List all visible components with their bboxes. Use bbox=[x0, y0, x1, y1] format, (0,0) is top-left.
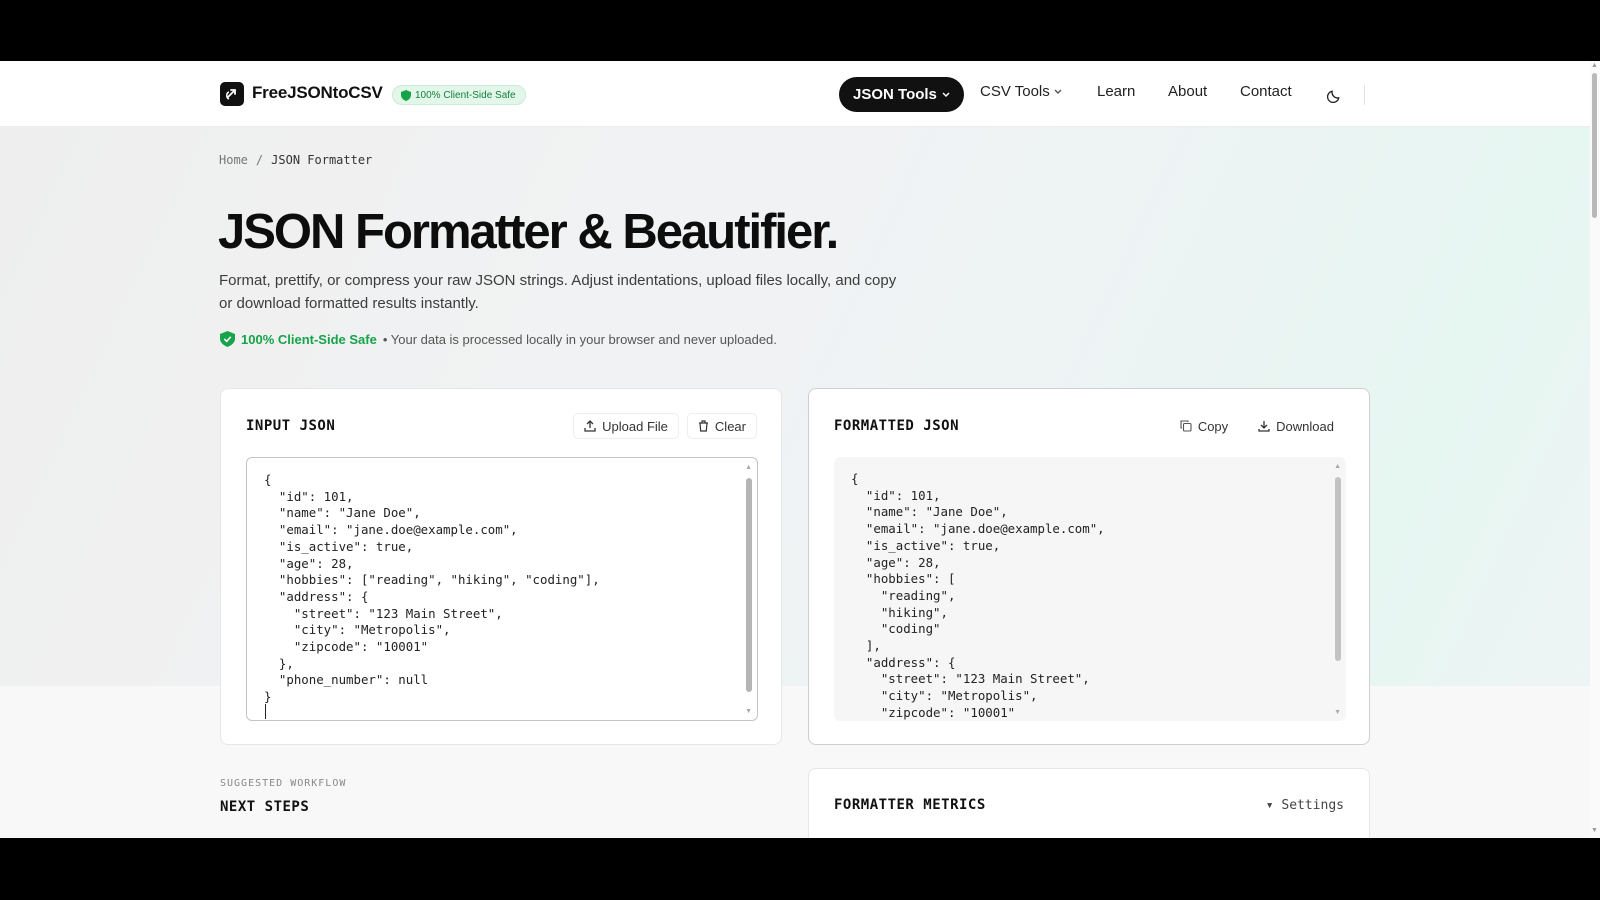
input-json-title: INPUT JSON bbox=[246, 418, 336, 434]
page-title: JSON Formatter & Beautifier. bbox=[218, 205, 839, 259]
page-description: Format, prettify, or compress your raw J… bbox=[219, 272, 897, 312]
brand-name[interactable]: FreeJSONtoCSV bbox=[252, 83, 383, 103]
textarea-scroll-up-icon[interactable]: ▲ bbox=[745, 464, 752, 471]
client-safe-note: • Your data is processed locally in your… bbox=[382, 331, 777, 347]
scroll-up-arrow-icon[interactable]: ▲ bbox=[1591, 62, 1598, 69]
suggested-workflow-label: SUGGESTED WORKFLOW bbox=[220, 778, 347, 789]
client-safe-badge-label: 100% Client-Side Safe bbox=[415, 89, 516, 101]
copy-button[interactable]: Copy bbox=[1168, 413, 1240, 439]
client-safe-badge: 100% Client-Side Safe bbox=[392, 85, 526, 105]
shield-check-icon bbox=[220, 331, 235, 347]
output-scrollbar-thumb[interactable] bbox=[1335, 477, 1341, 661]
input-json-card: INPUT JSON Upload File Clear { "id": 101… bbox=[220, 388, 782, 745]
nav-divider bbox=[1364, 85, 1365, 105]
nav-csv-tools[interactable]: CSV Tools bbox=[980, 83, 1062, 100]
copy-label: Copy bbox=[1197, 418, 1229, 434]
input-json-content[interactable]: { "id": 101, "name": "Jane Doe", "email"… bbox=[264, 472, 600, 706]
textarea-scrollbar-thumb[interactable] bbox=[746, 478, 752, 692]
upload-icon bbox=[584, 420, 596, 432]
formatted-json-card: FORMATTED JSON Copy Download { "id": 101… bbox=[808, 388, 1370, 745]
client-safe-notice: 100% Client-Side Safe • Your data is pro… bbox=[220, 331, 777, 347]
output-scroll-up-icon[interactable]: ▲ bbox=[1334, 463, 1341, 470]
formatter-metrics-title: FORMATTER METRICS bbox=[834, 797, 986, 813]
breadcrumb-home[interactable]: Home bbox=[219, 153, 248, 167]
scroll-down-arrow-icon[interactable]: ▼ bbox=[1591, 827, 1598, 834]
chevron-down-icon bbox=[942, 91, 950, 97]
download-icon bbox=[1258, 421, 1270, 432]
next-steps-title: NEXT STEPS bbox=[220, 799, 310, 815]
nav-learn[interactable]: Learn bbox=[1097, 83, 1135, 100]
clear-button[interactable]: Clear bbox=[686, 413, 757, 439]
formatted-json-output[interactable]: { "id": 101, "name": "Jane Doe", "email"… bbox=[834, 457, 1346, 721]
client-safe-label: 100% Client-Side Safe bbox=[241, 331, 377, 347]
output-actions: Copy Download bbox=[1168, 413, 1345, 439]
input-actions: Upload File Clear bbox=[573, 413, 757, 439]
download-label: Download bbox=[1276, 418, 1334, 434]
upload-file-label: Upload File bbox=[602, 418, 668, 434]
nav-json-tools-label: JSON Tools bbox=[853, 86, 937, 103]
nav-contact[interactable]: Contact bbox=[1240, 83, 1292, 100]
logo-icon[interactable] bbox=[220, 82, 244, 106]
copy-icon bbox=[1180, 420, 1192, 432]
formatted-json-title: FORMATTED JSON bbox=[834, 418, 960, 434]
download-button[interactable]: Download bbox=[1247, 413, 1345, 439]
nav-csv-tools-label: CSV Tools bbox=[980, 83, 1050, 100]
formatter-metrics-card: FORMATTER METRICS ▾ Settings bbox=[808, 768, 1370, 838]
letterbox-bottom bbox=[0, 838, 1600, 900]
text-cursor bbox=[265, 704, 266, 719]
settings-toggle[interactable]: ▾ Settings bbox=[1266, 798, 1344, 813]
upload-file-button[interactable]: Upload File bbox=[573, 413, 679, 439]
letterbox-top bbox=[0, 0, 1600, 61]
breadcrumb-separator: / bbox=[255, 153, 264, 167]
breadcrumb-current: JSON Formatter bbox=[271, 153, 373, 167]
theme-toggle-button[interactable] bbox=[1320, 81, 1348, 109]
breadcrumb: Home / JSON Formatter bbox=[219, 153, 372, 167]
output-scroll-down-icon[interactable]: ▼ bbox=[1334, 709, 1341, 716]
nav-json-tools[interactable]: JSON Tools bbox=[839, 77, 964, 112]
moon-icon bbox=[1326, 89, 1340, 103]
page-scrollbar-thumb[interactable] bbox=[1592, 73, 1597, 218]
clear-label: Clear bbox=[714, 418, 746, 434]
nav-about[interactable]: About bbox=[1168, 83, 1207, 100]
site-header: FreeJSONtoCSV 100% Client-Side Safe JSON… bbox=[0, 61, 1590, 127]
chevron-down-icon bbox=[1054, 89, 1062, 94]
textarea-scroll-down-icon[interactable]: ▼ bbox=[745, 708, 752, 715]
formatted-json-content: { "id": 101, "name": "Jane Doe", "email"… bbox=[851, 471, 1105, 720]
trash-icon bbox=[698, 420, 708, 432]
browser-viewport: FreeJSONtoCSV 100% Client-Side Safe JSON… bbox=[0, 61, 1600, 838]
input-json-textarea[interactable]: { "id": 101, "name": "Jane Doe", "email"… bbox=[246, 457, 758, 721]
shield-icon bbox=[401, 89, 411, 101]
